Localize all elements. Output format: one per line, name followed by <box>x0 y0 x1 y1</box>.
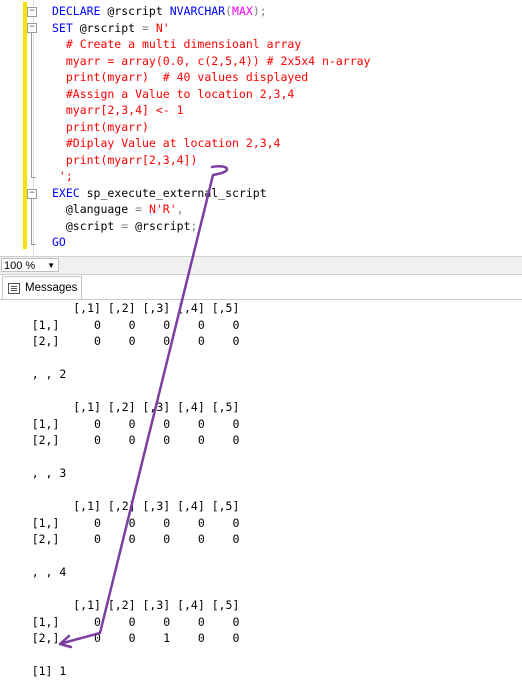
code-line: EXEC sp_execute_external_script <box>52 185 371 202</box>
output-line: [1] 1 <box>4 664 67 678</box>
collapse-set-icon[interactable]: − <box>27 23 37 33</box>
code-line: print(myarr) # 40 values displayed <box>52 69 371 86</box>
code-token: # Create a multi dimensioanl array <box>52 37 302 51</box>
zoom-value: 100 % <box>4 260 36 272</box>
output-line: [2,] 0 0 0 0 0 <box>4 334 240 348</box>
code-line: @language = N'R', <box>52 201 371 218</box>
code-token: print(myarr) <box>52 119 149 134</box>
code-token: = <box>142 20 156 35</box>
code-line: print(myarr) <box>52 119 371 136</box>
code-token: print(myarr) # 40 values displayed <box>52 70 309 84</box>
change-marker-bar <box>23 2 27 249</box>
code-token: myarr = array(0.0, c(2,5,4)) # 2x5x4 n-a… <box>52 53 371 68</box>
output-line: [1,] 0 0 0 0 0 <box>4 416 240 431</box>
fold-end-exec <box>31 244 36 245</box>
output-line: [2,] 0 0 0 0 0 <box>4 433 240 447</box>
chevron-down-icon[interactable]: ▼ <box>47 259 55 273</box>
code-token: '; <box>52 169 73 183</box>
fold-end-set <box>31 177 36 178</box>
code-token: myarr[2,3,4] <- 1 <box>52 103 184 117</box>
code-token: @rscript <box>79 20 143 35</box>
code-line: GO <box>52 234 371 251</box>
code-token: sp_execute_external_script <box>86 185 267 200</box>
output-line: , , 3 <box>4 466 67 480</box>
code-token: ; <box>190 218 198 233</box>
code-token: , <box>176 202 184 216</box>
code-lines: DECLARE @rscript NVARCHAR(MAX); SET @rscr… <box>52 3 371 251</box>
code-token: @script <box>52 218 122 233</box>
code-token: @rscript <box>135 218 191 233</box>
code-token: ( <box>225 4 233 18</box>
fold-guide-exec <box>31 199 32 244</box>
query-editor[interactable]: − − − DECLARE @rscript NVARCHAR(MAX); SET… <box>0 0 522 256</box>
tab-messages[interactable]: Messages <box>2 276 82 299</box>
code-line: @script = @rscript; <box>52 218 371 235</box>
code-token: ); <box>252 4 267 18</box>
output-line: [,1] [,2] [,3] [,4] [,5] <box>4 400 240 414</box>
output-line: [,1] [,2] [,3] [,4] [,5] <box>4 301 240 315</box>
output-line: [,1] [,2] [,3] [,4] [,5] <box>4 598 240 612</box>
code-line: # Create a multi dimensioanl array <box>52 36 371 53</box>
editor-gutter <box>33 0 34 256</box>
code-token: = <box>121 218 136 233</box>
code-token: SET <box>52 20 80 35</box>
code-token: DECLARE <box>52 4 108 18</box>
fold-guide-set <box>31 33 32 177</box>
output-line: [1,] 0 0 0 0 0 <box>4 515 240 530</box>
results-tab-bar: Messages <box>0 275 522 300</box>
code-token: @rscript <box>107 4 170 18</box>
code-line: DECLARE @rscript NVARCHAR(MAX); <box>52 3 371 20</box>
code-token: print(myarr[2,3,4]) <box>52 152 198 167</box>
output-line: [2,] 0 0 1 0 0 <box>4 631 240 645</box>
code-line: myarr[2,3,4] <- 1 <box>52 102 371 119</box>
code-token: = <box>135 202 149 216</box>
code-token: @language <box>52 202 136 216</box>
tab-messages-label: Messages <box>25 282 78 294</box>
code-line: myarr = array(0.0, c(2,5,4)) # 2x5x4 n-a… <box>52 53 371 70</box>
code-token: MAX <box>232 4 253 18</box>
code-line: '; <box>52 168 371 185</box>
zoom-dropdown[interactable]: 100 % ▼ <box>1 258 59 272</box>
output-line: , , 2 <box>4 367 67 381</box>
output-line: [2,] 0 0 0 0 0 <box>4 532 240 546</box>
code-line: #Assign a Value to location 2,3,4 <box>52 86 371 103</box>
output-line: [,1] [,2] [,3] [,4] [,5] <box>4 499 240 513</box>
output-line: , , 4 <box>4 565 67 579</box>
code-token: EXEC <box>52 185 87 200</box>
output-lines: [,1] [,2] [,3] [,4] [,5] [1,] 0 0 0 0 0 … <box>4 300 240 680</box>
messages-pane[interactable]: [,1] [,2] [,3] [,4] [,5] [1,] 0 0 0 0 0 … <box>0 300 522 678</box>
code-line: SET @rscript = N' <box>52 20 371 37</box>
code-token: NVARCHAR <box>169 4 226 18</box>
code-line: #Diplay Value at location 2,3,4 <box>52 135 371 152</box>
code-token: N'R' <box>148 202 177 216</box>
output-line: [1,] 0 0 0 0 0 <box>4 614 240 629</box>
code-line: print(myarr[2,3,4]) <box>52 152 371 169</box>
editor-status-bar: 100 % ▼ <box>0 256 522 275</box>
code-token: GO <box>52 235 66 249</box>
output-line: [1,] 0 0 0 0 0 <box>4 317 240 332</box>
code-token: N' <box>155 20 170 35</box>
collapse-exec-icon[interactable]: − <box>27 189 37 199</box>
collapse-declare-icon[interactable]: − <box>27 7 37 17</box>
code-token: #Assign a Value to location 2,3,4 <box>52 86 295 101</box>
code-token: #Diplay Value at location 2,3,4 <box>52 136 281 150</box>
messages-icon <box>8 283 20 294</box>
